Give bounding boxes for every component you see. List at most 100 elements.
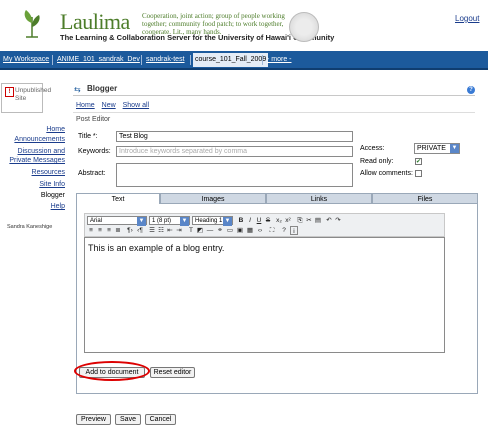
underline-icon[interactable]: U	[255, 216, 263, 225]
chevron-down-icon: ▼	[223, 217, 232, 226]
unpublished-label: Unpublished Site	[15, 87, 52, 102]
help-icon[interactable]: ?	[280, 226, 288, 235]
tab-separator	[52, 55, 53, 65]
site-header: Laulima Cooperation, joint action; group…	[0, 0, 488, 50]
tool-nav-new[interactable]: New	[102, 102, 116, 109]
access-value: PRIVATE	[417, 145, 446, 152]
justify-icon[interactable]: ≣	[114, 226, 122, 235]
tab-links[interactable]: Links	[266, 193, 372, 204]
title-label: Title *:	[78, 133, 98, 140]
align-left-icon[interactable]: ≡	[87, 226, 95, 235]
tool-title-bar: ⇆ Blogger	[73, 84, 475, 96]
tab-separator	[190, 55, 191, 65]
tool-title: Blogger	[87, 84, 118, 93]
tab-images[interactable]: Images	[160, 193, 266, 204]
sidebar-item-announcements[interactable]: Announcements	[0, 135, 65, 144]
checkmark-icon: ✔	[416, 159, 422, 165]
ordered-list-icon[interactable]: ☰	[148, 226, 156, 235]
cut-icon[interactable]: ✂	[305, 216, 313, 225]
sidebar-item-home[interactable]: Home	[0, 125, 65, 134]
read-only-checkbox[interactable]: ✔	[415, 158, 422, 165]
abstract-label: Abstract:	[78, 170, 106, 177]
keywords-label: Keywords:	[78, 148, 111, 155]
tab-text[interactable]: Text	[76, 193, 160, 204]
blogger-tool-icon: ⇆	[74, 85, 81, 94]
outdent-icon[interactable]: ⇤	[166, 226, 174, 235]
align-right-icon[interactable]: ≡	[105, 226, 113, 235]
warning-icon: !	[5, 87, 14, 97]
site-tab-course-101[interactable]: course_101_Fall_2009	[193, 53, 269, 67]
site-tab-sandrak-test[interactable]: sandrak-test	[144, 54, 187, 66]
strikethrough-icon[interactable]: S	[264, 216, 272, 225]
undo-icon[interactable]: ↶	[325, 216, 333, 225]
align-center-icon[interactable]: ≡	[96, 226, 104, 235]
indent-icon[interactable]: ⇥	[175, 226, 183, 235]
tab-separator	[141, 55, 142, 65]
size-select[interactable]: 1 (8 pt) ▼	[149, 216, 190, 226]
info-icon[interactable]: i	[290, 226, 298, 235]
copy-icon[interactable]: ⎘	[296, 216, 304, 225]
reset-editor-button[interactable]: Reset editor	[150, 367, 195, 378]
superscript-icon[interactable]: x²	[284, 216, 292, 225]
rtl-icon[interactable]: ‹¶	[136, 226, 144, 235]
brand-name: Laulima	[60, 9, 130, 34]
tool-nav-home[interactable]: Home	[76, 102, 95, 109]
source-icon[interactable]: ‹›	[256, 226, 264, 235]
background-color-icon[interactable]: ◩	[196, 226, 204, 235]
sidebar-item-resources[interactable]: Resources	[0, 168, 65, 177]
link-icon[interactable]: ⚭	[216, 226, 224, 235]
title-input[interactable]: Test Blog	[116, 131, 353, 142]
access-select[interactable]: PRIVATE ▼	[414, 143, 460, 154]
preview-button[interactable]: Preview	[76, 414, 111, 425]
table-icon[interactable]: ▦	[246, 226, 254, 235]
sidebar-item-site-info[interactable]: Site Info	[0, 180, 65, 189]
image-icon[interactable]: ▣	[236, 226, 244, 235]
sidebar-item-blogger[interactable]: Blogger	[0, 191, 65, 200]
redo-icon[interactable]: ↷	[334, 216, 342, 225]
site-tab-more[interactable]: - more -	[265, 54, 294, 66]
subscript-icon[interactable]: x₂	[275, 216, 283, 225]
rich-text-editor[interactable]: This is an example of a blog entry.	[84, 237, 445, 353]
fullscreen-icon[interactable]: ⛶	[268, 226, 276, 235]
unordered-list-icon[interactable]: ☷	[157, 226, 165, 235]
allow-comments-checkbox[interactable]	[415, 170, 422, 177]
save-button[interactable]: Save	[115, 414, 141, 425]
access-label: Access:	[360, 145, 385, 152]
chevron-down-icon: ▼	[180, 217, 189, 226]
editor-content: This is an example of a blog entry.	[88, 243, 225, 253]
site-tab-my-workspace[interactable]: My Workspace	[1, 54, 51, 66]
divider	[73, 112, 475, 113]
site-tabs-bar: My Workspace ANIME_101_sandrak_Dev sandr…	[0, 51, 488, 70]
logout-link[interactable]: Logout	[455, 14, 479, 23]
abstract-textarea[interactable]	[116, 163, 353, 187]
keywords-input[interactable]: Introduce keywords separated by comma	[116, 146, 353, 157]
heading-value: Heading 1	[195, 218, 223, 224]
editor-tabs: Text Images Links Files	[76, 193, 478, 204]
italic-icon[interactable]: I	[246, 216, 254, 225]
rich-text-toolbar: Arial ▼ 1 (8 pt) ▼ Heading 1 ▼ B I U S x₂ x…	[84, 213, 445, 237]
font-select[interactable]: Arial ▼	[87, 216, 147, 226]
anchor-icon[interactable]: ▭	[226, 226, 234, 235]
chevron-down-icon: ▼	[137, 217, 146, 226]
site-tab-anime-101[interactable]: ANIME_101_sandrak_Dev	[55, 54, 142, 66]
bold-icon[interactable]: B	[237, 216, 245, 225]
tab-files[interactable]: Files	[372, 193, 478, 204]
help-icon[interactable]: ?	[467, 86, 475, 94]
laulima-leaf-icon	[24, 10, 40, 38]
read-only-label: Read only:	[360, 158, 394, 165]
sidebar-item-discussion[interactable]: Discussion and Private Messages	[0, 147, 65, 165]
heading-select[interactable]: Heading 1 ▼	[192, 216, 233, 226]
sidebar-item-help[interactable]: Help	[0, 202, 65, 211]
paste-icon[interactable]: ▤	[314, 216, 322, 225]
font-value: Arial	[90, 218, 103, 224]
cancel-button[interactable]: Cancel	[145, 414, 176, 425]
section-title: Post Editor	[76, 116, 111, 123]
ltr-icon[interactable]: ¶›	[126, 226, 134, 235]
current-user-name: Sandra Kaneshige	[7, 224, 53, 230]
horizontal-rule-icon[interactable]: —	[206, 226, 214, 235]
text-color-icon[interactable]: T	[187, 226, 195, 235]
chevron-down-icon: ▼	[450, 144, 459, 153]
size-value: 1 (8 pt)	[152, 218, 172, 224]
tool-nav: Home New Show all	[76, 102, 154, 109]
tool-nav-show-all[interactable]: Show all	[123, 102, 149, 109]
